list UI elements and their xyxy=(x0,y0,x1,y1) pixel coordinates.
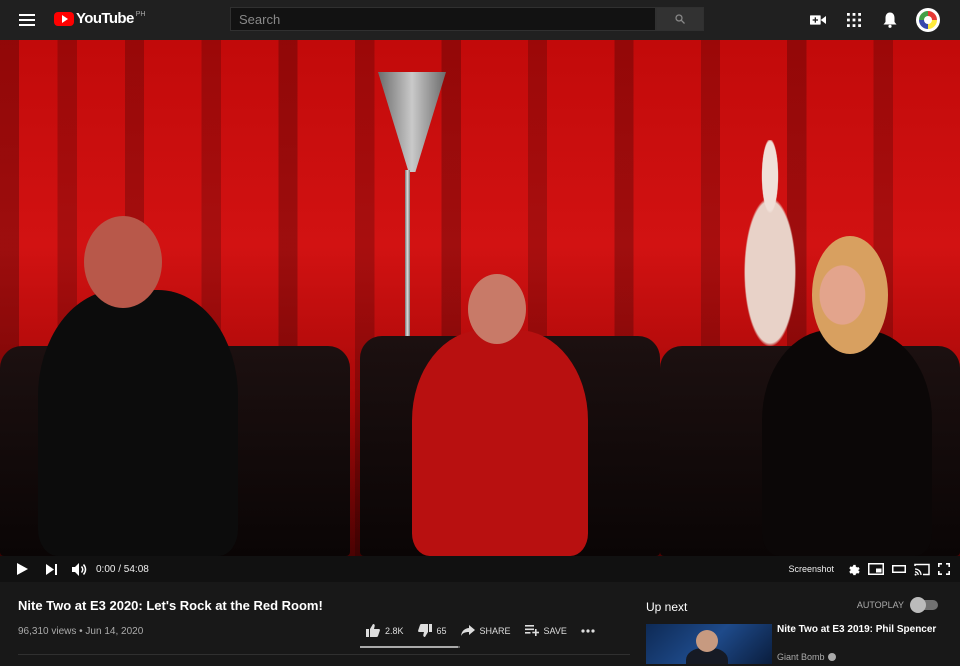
lamp-shade xyxy=(378,72,446,172)
gear-icon xyxy=(849,564,860,576)
verified-check-icon xyxy=(827,653,836,661)
apps-button[interactable] xyxy=(836,7,872,33)
share-button[interactable]: SHARE xyxy=(460,625,511,636)
play-icon xyxy=(17,563,28,575)
video-actions: 2.8K 65 SHARE SAVE xyxy=(366,624,595,637)
up-next-panel: Up next AUTOPLAY Nite Two at E3 2019: Ph… xyxy=(646,597,942,664)
autoplay-control: AUTOPLAY xyxy=(856,597,938,613)
screenshot-button[interactable]: Screenshot xyxy=(788,564,834,574)
playlist-add-icon xyxy=(524,625,539,636)
up-next-title[interactable]: Nite Two at E3 2019: Phil Spencer xyxy=(777,624,937,636)
video-meta-row: 96,310 views • Jun 14, 2020 2.8K 65 SHAR… xyxy=(18,624,630,648)
save-button[interactable]: SAVE xyxy=(524,625,567,636)
up-next-heading: Up next xyxy=(646,600,688,614)
next-button[interactable] xyxy=(46,556,58,582)
video-camera-icon xyxy=(810,15,826,25)
masthead: YouTube PH xyxy=(0,0,960,40)
cast-button[interactable] xyxy=(914,556,930,582)
save-label: SAVE xyxy=(543,625,567,636)
thumbs-up-icon xyxy=(366,624,380,637)
thumbnail-person-head xyxy=(696,630,718,652)
share-icon xyxy=(460,625,475,636)
player-controls-right: Screenshot xyxy=(788,556,950,582)
logo-text: YouTube xyxy=(76,10,134,27)
youtube-logo[interactable]: YouTube PH xyxy=(54,10,145,27)
apps-grid-icon xyxy=(847,13,861,27)
fullscreen-icon xyxy=(938,563,950,575)
settings-button[interactable] xyxy=(846,556,860,582)
time-display: 0:00 / 54:08 xyxy=(96,563,149,575)
miniplayer-button[interactable] xyxy=(868,556,884,582)
autoplay-toggle-knob xyxy=(910,597,926,613)
more-actions-button[interactable] xyxy=(581,628,595,633)
fullscreen-button[interactable] xyxy=(938,556,950,582)
theater-mode-button[interactable] xyxy=(892,556,906,582)
up-next-video[interactable]: Nite Two at E3 2019: Phil Spencer Giant … xyxy=(646,624,942,664)
avatar[interactable] xyxy=(916,8,940,32)
volume-button[interactable] xyxy=(72,556,88,582)
autoplay-label: AUTOPLAY xyxy=(856,600,904,610)
sentiment-bar-likes xyxy=(360,646,458,648)
host-man xyxy=(38,290,238,556)
thumbs-down-icon xyxy=(417,624,432,637)
youtube-play-icon xyxy=(54,11,74,26)
blonde-woman xyxy=(762,330,932,556)
notifications-button[interactable] xyxy=(872,7,908,33)
up-next-channel[interactable]: Giant Bomb xyxy=(777,652,836,662)
up-next-channel-name: Giant Bomb xyxy=(777,652,825,662)
autoplay-toggle[interactable] xyxy=(910,597,938,613)
sentiment-bar xyxy=(360,646,460,648)
video-title: Nite Two at E3 2020: Let's Rock at the R… xyxy=(18,598,323,613)
masthead-actions xyxy=(800,7,940,33)
miniplayer-icon xyxy=(868,563,884,575)
blonde-woman-head xyxy=(812,236,888,354)
divider xyxy=(18,654,630,655)
video-frame[interactable] xyxy=(0,40,960,556)
cast-icon xyxy=(914,563,930,576)
like-count: 2.8K xyxy=(385,625,404,636)
video-player[interactable]: 0:00 / 54:08 Screenshot xyxy=(0,40,960,582)
search-button[interactable] xyxy=(656,7,704,31)
search-icon xyxy=(675,14,685,24)
up-next-thumbnail[interactable] xyxy=(646,624,772,664)
theater-mode-icon xyxy=(892,565,906,573)
share-label: SHARE xyxy=(479,625,511,636)
player-controls: 0:00 / 54:08 Screenshot xyxy=(0,556,960,582)
menu-icon[interactable] xyxy=(17,11,37,29)
red-suit-man xyxy=(412,330,588,556)
logo-country-code: PH xyxy=(135,11,146,18)
skip-next-icon xyxy=(46,563,57,575)
dislike-count: 65 xyxy=(436,625,447,636)
view-count-and-date: 96,310 views • Jun 14, 2020 xyxy=(18,626,144,637)
red-suit-man-head xyxy=(468,274,526,344)
host-man-head xyxy=(84,216,162,308)
video-info: Nite Two at E3 2020: Let's Rock at the R… xyxy=(18,598,630,655)
play-button[interactable] xyxy=(16,556,28,582)
more-horizontal-icon xyxy=(581,628,595,633)
search-bar xyxy=(230,7,704,31)
dislike-button[interactable]: 65 xyxy=(417,624,447,637)
bell-icon xyxy=(883,12,897,28)
search-input[interactable] xyxy=(230,7,656,31)
volume-icon xyxy=(72,562,87,576)
create-video-button[interactable] xyxy=(800,7,836,33)
like-button[interactable]: 2.8K xyxy=(366,624,404,637)
